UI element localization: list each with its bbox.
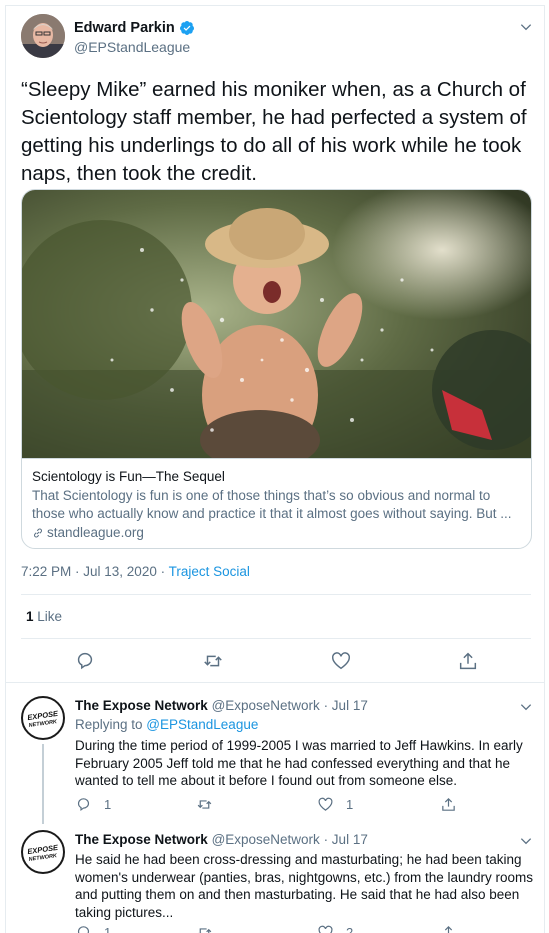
author-handle[interactable]: @EPStandLeague: [74, 39, 195, 55]
like-icon: [332, 652, 350, 670]
replying-to-label: Replying to: [75, 717, 147, 732]
thread-line: [42, 744, 44, 824]
replying-to: Replying to @EPStandLeague: [75, 717, 258, 732]
expose-network-logo: EXPOSE NETWORK: [24, 833, 62, 871]
reply-date[interactable]: · Jul 17: [320, 832, 368, 847]
like-icon: [318, 797, 333, 811]
like-count-number: 1: [26, 609, 34, 624]
like-count-label: Like: [33, 609, 63, 624]
share-icon: [444, 925, 453, 933]
timestamp-text[interactable]: 7:22 PM · Jul 13, 2020 ·: [21, 564, 169, 579]
retweet-button[interactable]: [202, 650, 224, 672]
reply-author-handle[interactable]: @ExposeNetwork: [212, 832, 320, 847]
like-count: 2: [346, 925, 354, 933]
divider: [21, 594, 531, 595]
reply-icon: [77, 652, 93, 670]
card-domain: standleague.org: [32, 524, 523, 542]
retweet-icon: [204, 655, 222, 667]
card-image: [22, 190, 531, 458]
timeline-frame: Edward Parkin @EPStandLeague “Sleepy Mik…: [5, 5, 545, 933]
reply-count: 1: [104, 925, 112, 933]
like-count[interactable]: 1 Like: [26, 609, 62, 624]
avatar[interactable]: EXPOSE NETWORK: [21, 696, 65, 740]
chevron-down-icon[interactable]: [519, 834, 533, 848]
retweet-button[interactable]: [196, 796, 225, 813]
author-name[interactable]: Edward Parkin: [74, 20, 175, 36]
card-domain-text: standleague.org: [47, 525, 144, 540]
reply-text: He said he had been cross-dressing and m…: [75, 852, 534, 920]
divider: [21, 638, 531, 639]
share-icon: [442, 797, 455, 811]
reply-author-handle[interactable]: @ExposeNetwork: [212, 698, 320, 713]
reply-date[interactable]: · Jul 17: [320, 698, 368, 713]
like-button[interactable]: 1: [317, 796, 353, 813]
chevron-down-icon[interactable]: [519, 20, 533, 34]
like-icon: [318, 925, 333, 933]
reply-button[interactable]: [74, 650, 96, 672]
replying-to-mention[interactable]: @EPStandLeague: [146, 717, 258, 732]
expose-network-logo: EXPOSE NETWORK: [24, 699, 62, 737]
card-body: Scientology is Fun—The Sequel That Scien…: [22, 458, 531, 548]
like-count: 1: [346, 797, 354, 812]
link-icon: [34, 528, 42, 538]
reply-text: During the time period of 1999-2005 I wa…: [75, 738, 523, 789]
reply-icon: [77, 798, 90, 811]
like-button[interactable]: 2: [317, 924, 353, 933]
reply-author-name[interactable]: The Expose Network: [75, 698, 208, 713]
reply-button[interactable]: 1: [75, 796, 111, 813]
share-button[interactable]: [440, 796, 457, 813]
avatar[interactable]: EXPOSE NETWORK: [21, 830, 65, 874]
verified-icon: [179, 21, 194, 35]
retweet-icon: [197, 800, 212, 809]
tweet-timestamp: 7:22 PM · Jul 13, 2020 · Traject Social: [21, 564, 250, 579]
reply-tweet[interactable]: EXPOSE NETWORK The Expose Network @Expos…: [6, 820, 544, 933]
avatar[interactable]: [21, 14, 65, 58]
reply-author-name[interactable]: The Expose Network: [75, 832, 208, 847]
tweet-text: “Sleepy Mike” earned his moniker when, a…: [21, 78, 527, 185]
reply-icon: [77, 926, 90, 933]
share-icon: [459, 652, 477, 670]
share-button[interactable]: [457, 650, 479, 672]
link-card[interactable]: Scientology is Fun—The Sequel That Scien…: [21, 189, 532, 549]
reply-header: The Expose Network @ExposeNetwork · Jul …: [75, 698, 368, 713]
reply-button[interactable]: 1: [75, 924, 111, 933]
divider: [6, 682, 544, 683]
card-title: Scientology is Fun—The Sequel: [32, 469, 225, 484]
tweet-source-link[interactable]: Traject Social: [169, 564, 250, 579]
share-button[interactable]: [440, 924, 457, 933]
chevron-down-icon[interactable]: [519, 700, 533, 714]
retweet-button[interactable]: [196, 924, 225, 933]
retweet-icon: [198, 928, 212, 933]
card-description: That Scientology is fun is one of those …: [32, 488, 512, 521]
like-button[interactable]: [330, 650, 352, 672]
reply-header: The Expose Network @ExposeNetwork · Jul …: [75, 832, 368, 847]
tweet-author[interactable]: Edward Parkin @EPStandLeague: [74, 20, 195, 55]
reply-tweet[interactable]: EXPOSE NETWORK The Expose Network @Expos…: [6, 686, 544, 824]
reply-count: 1: [104, 797, 112, 812]
